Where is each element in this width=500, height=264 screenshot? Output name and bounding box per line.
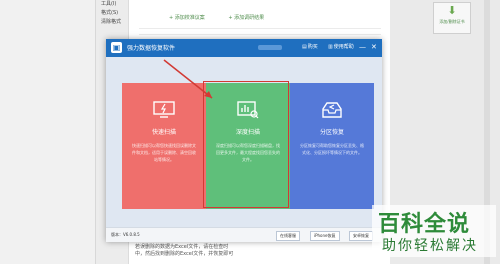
register-label: 购买 xyxy=(307,44,318,50)
partition-recovery-card[interactable]: 分区恢复 分区恢复可帮助您恢复分区丢失、格式化、分区损坏等情况下的文件。 xyxy=(290,83,374,209)
minimize-button[interactable]: — xyxy=(359,42,366,52)
deep-scan-title: 深度扫描 xyxy=(235,129,260,136)
watermark-title: 百科全说 xyxy=(378,212,471,237)
help-label: 使用帮助 xyxy=(333,44,354,50)
inbox-icon xyxy=(322,102,342,118)
background-menu-item: 格式(S) xyxy=(101,10,119,16)
watermark-logo: 百科全说 助你轻松解决 xyxy=(372,205,496,257)
title-bar: ▣ 强力数据恢复软件 ▤购买 ▥使用帮助 — ✕ xyxy=(106,39,382,57)
register-button[interactable]: ▤购买 xyxy=(302,43,318,50)
background-menu-item: 工具(I) xyxy=(101,1,117,7)
watermark-subtitle: 助你轻松解决 xyxy=(382,238,478,254)
background-bottom-text: 若误删除的数据为Excel文件，请在检查时 中，然后找到删除的Excel文件，并… xyxy=(135,244,233,258)
add-proposal-link[interactable]: + 添加校准议案 xyxy=(169,15,205,21)
quick-scan-description: 快速扫描可以帮您快速找回误删除文件和文档，适用于误删除、清空回收站等情况。 xyxy=(132,143,196,162)
deep-scan-description: 深度扫描可以帮您深度扫描磁盘，找回更多文件，最大程度找回您丢失的文件。 xyxy=(216,143,280,162)
add-result-link[interactable]: + 添加调研结果 xyxy=(228,15,264,21)
recovery-app-window: ▣ 强力数据恢复软件 ▤购买 ▥使用帮助 — ✕ 快速扫描 快速扫描可以帮您快速… xyxy=(106,39,382,242)
partition-recovery-description: 分区恢复可帮助您恢复分区丢失、格式化、分区损坏等情况下的文件。 xyxy=(300,143,364,155)
version-label: 版本：V6.0.8.5 xyxy=(111,232,140,237)
app-title: 强力数据恢复软件 xyxy=(127,45,176,52)
android-recovery-button[interactable]: 安卓恢复 xyxy=(349,231,373,241)
iphone-recovery-button[interactable]: iPhone恢复 xyxy=(310,231,340,241)
user-info-bar xyxy=(258,45,282,50)
background-text-line: 中，然后找到删除的Excel文件，并恢复即可 xyxy=(135,251,234,257)
partition-recovery-title: 分区恢复 xyxy=(319,129,344,136)
close-button[interactable]: ✕ xyxy=(371,42,377,52)
background-text-line: 若误删除的数据为Excel文件，请在检查时 xyxy=(135,244,229,250)
online-service-button[interactable]: 在线客服 xyxy=(276,231,300,241)
certificate-tile[interactable]: ⬇ 添加/删除证书 xyxy=(433,2,471,34)
quick-scan-title: 快速扫描 xyxy=(151,129,176,136)
chart-search-icon xyxy=(237,101,259,119)
help-button[interactable]: ▥使用帮助 xyxy=(328,43,354,50)
certificate-icon: ⬇ xyxy=(447,4,457,17)
status-bar: 版本：V6.0.8.5 在线客服 iPhone恢复 安卓恢复 xyxy=(106,227,382,242)
background-doc-actions: + 添加校准议案 + 添加调研结果 xyxy=(169,14,286,21)
certificate-tile-caption: 添加/删除证书 xyxy=(439,19,465,24)
cart-icon: ▤ xyxy=(302,44,307,50)
background-menu-item: 清除格式 xyxy=(101,19,122,25)
app-logo-icon: ▣ xyxy=(111,42,122,53)
scan-mode-cards: 快速扫描 快速扫描可以帮您快速找回误删除文件和文档，适用于误删除、清空回收站等情… xyxy=(106,57,382,227)
divider xyxy=(139,34,381,35)
background-left-panel xyxy=(0,0,96,264)
help-icon: ▥ xyxy=(328,44,333,50)
divider xyxy=(139,28,381,29)
annotation-arrow xyxy=(163,59,213,99)
